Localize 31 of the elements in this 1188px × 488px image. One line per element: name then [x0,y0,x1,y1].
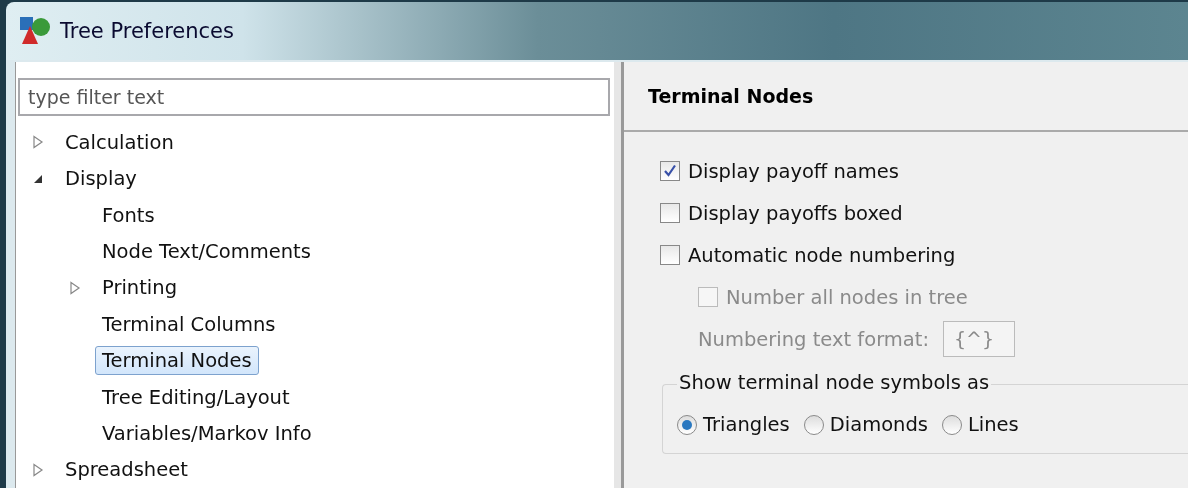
tree-item[interactable]: Fonts [95,200,162,230]
radio-label: Diamonds [829,413,928,437]
checkbox-label: Number all nodes in tree [726,285,968,309]
checkbox-label: Display payoff names [688,159,899,183]
radio-label: Triangles [703,413,790,437]
group-title: Show terminal node symbols as [677,371,992,395]
radio-button[interactable] [677,414,697,435]
window-title: Tree Preferences [60,19,234,44]
checkbox-label: Automatic node numbering [688,243,956,267]
checkbox-label: Display payoffs boxed [688,201,903,225]
tree-item[interactable]: Display [58,164,144,194]
radio-button[interactable] [803,414,824,435]
checkbox[interactable] [660,245,680,266]
tree-item[interactable]: Printing [95,273,184,303]
collapsed-arrow-icon[interactable] [32,462,44,477]
collapsed-arrow-icon[interactable] [69,280,81,295]
tree-item[interactable]: Spreadsheet [58,455,195,485]
field-label: Numbering text format: [698,327,929,351]
tree-item[interactable]: Terminal Columns [95,309,283,339]
page-title: Terminal Nodes [648,85,814,108]
checkbox[interactable] [660,203,680,224]
filter-field[interactable]: type filter text [18,78,610,117]
radio-button[interactable] [941,414,962,435]
checkbox[interactable] [660,161,680,182]
tree-item[interactable]: Variables/Markov Info [95,418,319,448]
radio-label: Lines [967,413,1019,437]
tree-item[interactable]: Terminal Nodes [95,346,259,376]
tree-item[interactable]: Tree Editing/Layout [95,382,297,412]
tree-item[interactable]: Calculation [58,127,181,157]
collapsed-arrow-icon[interactable] [32,135,44,150]
tree-item[interactable]: Node Text/Comments [95,236,318,266]
